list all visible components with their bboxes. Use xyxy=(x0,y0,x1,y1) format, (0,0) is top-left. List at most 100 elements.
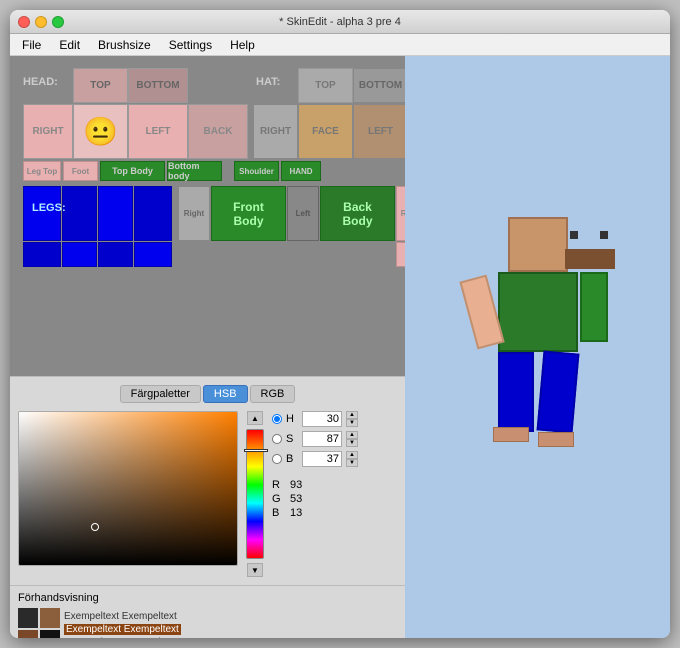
hsb-s-down[interactable]: ▼ xyxy=(346,439,358,447)
color-bar-down[interactable]: ▼ xyxy=(247,563,263,577)
palette-section: Färgpaletter HSB RGB ▲ xyxy=(10,376,405,585)
head-back-label: BACK xyxy=(204,126,233,137)
hsb-h-label: H xyxy=(286,413,298,425)
title-bar: * SkinEdit - alpha 3 pre 4 xyxy=(10,10,670,34)
hat-right[interactable]: RIGHT xyxy=(253,104,298,159)
leg-front-top[interactable] xyxy=(62,186,97,241)
bottom-body-label: Bottom body xyxy=(167,161,222,181)
swatch-brown1[interactable] xyxy=(40,608,60,628)
hand-label: HAND xyxy=(281,161,321,181)
hat-label: HAT: xyxy=(256,76,280,88)
head-face[interactable]: 😐 xyxy=(73,104,128,159)
leg-left-top[interactable] xyxy=(98,186,133,241)
foot-label: Foot xyxy=(63,161,98,181)
menu-file[interactable]: File xyxy=(14,36,49,54)
color-picker[interactable] xyxy=(18,411,238,566)
leg-bot-right[interactable] xyxy=(23,242,61,267)
preview-text-row1: Exempeltext Exempeltext xyxy=(64,611,181,622)
tab-fargpaletter[interactable]: Färgpaletter xyxy=(120,385,201,403)
hat-bottom-label: BOTTOM xyxy=(359,80,402,91)
maximize-button[interactable] xyxy=(52,16,64,28)
hsb-s-input[interactable] xyxy=(302,431,342,447)
char-eye-left xyxy=(570,231,578,239)
preview-swatches: Exempeltext Exempeltext Exempeltext Exem… xyxy=(18,608,397,638)
head-right-label: RIGHT xyxy=(32,126,63,137)
hsb-b-up[interactable]: ▲ xyxy=(346,451,358,459)
swatch-black[interactable] xyxy=(40,630,60,638)
menu-edit[interactable]: Edit xyxy=(51,36,88,54)
leg-bot-back[interactable] xyxy=(134,242,172,267)
preview-text3: Exempeltext Exempeltext xyxy=(64,637,177,639)
hsb-h-radio[interactable] xyxy=(272,414,282,424)
traffic-lights xyxy=(18,16,64,28)
hat-left[interactable]: LEFT xyxy=(353,104,408,159)
hsb-b-label: B xyxy=(286,453,298,465)
body-right-label: Right xyxy=(184,209,204,218)
hsb-s-up[interactable]: ▲ xyxy=(346,431,358,439)
swatch-brown2[interactable] xyxy=(18,630,38,638)
hsb-h-row: H ▲ ▼ xyxy=(272,411,372,427)
hsb-b-row: B ▲ ▼ xyxy=(272,451,372,467)
shoulder-label: Shoulder xyxy=(234,161,279,181)
preview-label: Förhandsvisning xyxy=(18,592,397,604)
skin-editor: HEAD: TOP BOTTOM RIGHT 😐 LEFT BACK HAT: … xyxy=(10,56,405,376)
char-arm-right xyxy=(580,272,608,342)
color-bar-up[interactable]: ▲ xyxy=(247,411,263,425)
menu-settings[interactable]: Settings xyxy=(161,36,220,54)
hat-bottom[interactable]: BOTTOM xyxy=(353,68,408,103)
tab-rgb[interactable]: RGB xyxy=(250,385,296,403)
hsb-b-radio[interactable] xyxy=(272,454,282,464)
leg-bot-front[interactable] xyxy=(62,242,97,267)
color-gradient xyxy=(19,412,237,565)
tab-hsb[interactable]: HSB xyxy=(203,385,248,403)
char-foot-left xyxy=(493,427,529,442)
minimize-button[interactable] xyxy=(35,16,47,28)
hsb-h-up[interactable]: ▲ xyxy=(346,411,358,419)
char-body xyxy=(498,272,578,352)
head-back[interactable]: BACK xyxy=(188,104,248,159)
body-row-labels: Leg Top Foot Top Body Bottom body Should… xyxy=(23,161,321,181)
hsb-b-input[interactable] xyxy=(302,451,342,467)
preview-text-row3: Exempeltext Exempeltext xyxy=(64,637,181,639)
head-right[interactable]: RIGHT xyxy=(23,104,73,159)
hsb-controls: H ▲ ▼ S ▲ xyxy=(272,411,372,521)
swatch-col1 xyxy=(18,608,60,638)
hsb-h-down[interactable]: ▼ xyxy=(346,419,358,427)
body-front[interactable]: Front Body xyxy=(211,186,286,241)
hsb-s-radio[interactable] xyxy=(272,434,282,444)
right-panel xyxy=(405,56,670,638)
char-beard xyxy=(565,249,615,269)
head-label: HEAD: xyxy=(23,76,58,88)
hat-top[interactable]: TOP xyxy=(298,68,353,103)
picker-cursor xyxy=(91,523,99,531)
head-top[interactable]: TOP xyxy=(73,68,128,103)
leg-back-top[interactable] xyxy=(134,186,172,241)
rainbow-bar[interactable] xyxy=(246,429,264,559)
hsb-b-spinner: ▲ ▼ xyxy=(346,451,358,467)
body-right[interactable]: Right xyxy=(178,186,210,241)
hsb-h-input[interactable] xyxy=(302,411,342,427)
head-bottom[interactable]: BOTTOM xyxy=(128,68,188,103)
hsb-b-down[interactable]: ▼ xyxy=(346,459,358,467)
back-body-label2: Body xyxy=(343,214,373,228)
leg-bot-left[interactable] xyxy=(98,242,133,267)
menu-brushsize[interactable]: Brushsize xyxy=(90,36,159,54)
char-foot-right xyxy=(538,432,574,447)
swatch-dark1[interactable] xyxy=(18,608,38,628)
preview-section: Förhandsvisning xyxy=(10,585,405,638)
rgb-b-value: 13 xyxy=(290,507,302,519)
main-window: * SkinEdit - alpha 3 pre 4 File Edit Bru… xyxy=(10,10,670,638)
char-eye-right xyxy=(600,231,608,239)
head-bottom-label: BOTTOM xyxy=(136,80,179,91)
rgb-b-label: B xyxy=(272,507,284,519)
menu-help[interactable]: Help xyxy=(222,36,263,54)
close-button[interactable] xyxy=(18,16,30,28)
hsb-h-spinner: ▲ ▼ xyxy=(346,411,358,427)
body-back[interactable]: Back Body xyxy=(320,186,395,241)
body-left[interactable]: Left xyxy=(287,186,319,241)
head-top-label: TOP xyxy=(90,80,110,91)
rgb-g-row: G 53 xyxy=(272,493,372,505)
hat-face[interactable]: FACE xyxy=(298,104,353,159)
preview-text2: Exempeltext Exempeltext xyxy=(64,624,181,635)
head-left[interactable]: LEFT xyxy=(128,104,188,159)
